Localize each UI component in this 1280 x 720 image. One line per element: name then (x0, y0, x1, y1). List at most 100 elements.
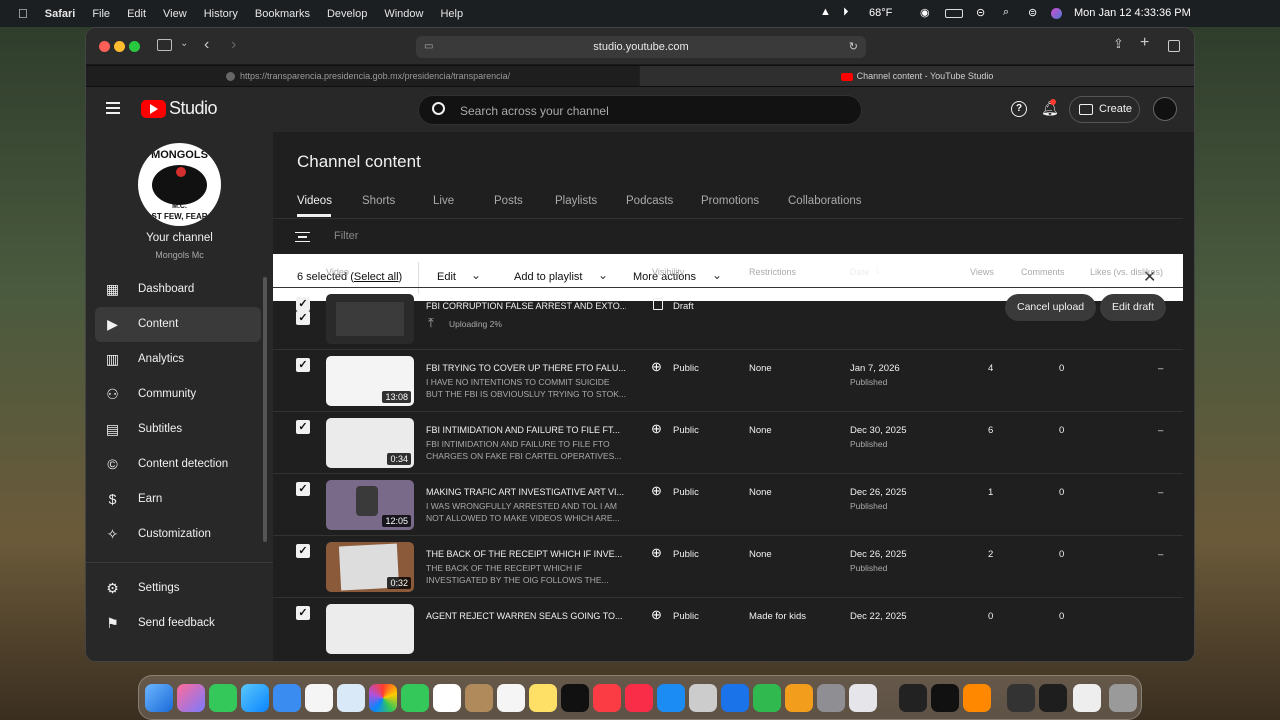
video-thumbnail[interactable]: 0:32 (326, 542, 414, 592)
notes-icon[interactable] (529, 684, 557, 712)
table-row[interactable]: ✓ 12:05 MAKING TRAFIC ART INVESTIGATIVE … (273, 474, 1183, 536)
row-checkbox[interactable]: ✓ (296, 358, 310, 372)
pages-icon[interactable] (785, 684, 813, 712)
table-row[interactable]: ✓ FBI CORRUPTION FALSE ARREST AND EXTO..… (273, 288, 1183, 350)
sidebar-item-content[interactable]: ▶ Content (95, 307, 261, 342)
visibility-value[interactable]: Public (673, 549, 699, 560)
reload-icon[interactable]: ↻ (849, 36, 858, 58)
preview-icon[interactable] (689, 684, 717, 712)
sidebar-item-subtitles[interactable]: ▤ Subtitles (95, 412, 261, 447)
recent-window-icon[interactable] (1007, 684, 1035, 712)
edit-draft-button[interactable]: Edit draft (1100, 294, 1167, 321)
edit-dropdown[interactable]: Edit (437, 271, 456, 283)
finder-icon[interactable] (145, 684, 173, 712)
video-title[interactable]: MAKING TRAFIC ART INVESTIGATIVE ART VI..… (426, 487, 626, 497)
weather-temp[interactable]: 68°F (869, 7, 892, 19)
chevron-down-icon[interactable]: ⌄ (180, 38, 188, 49)
link-icon[interactable]: ⊝ (976, 6, 985, 19)
siri-icon[interactable] (1051, 8, 1062, 19)
search-bar[interactable]: Search across your channel (418, 95, 862, 125)
visibility-value[interactable]: Draft (673, 301, 694, 312)
clock[interactable]: Mon Jan 12 4:33:36 PM (1074, 7, 1191, 19)
hamburger-menu-icon[interactable] (106, 102, 120, 114)
reminders-icon[interactable] (497, 684, 525, 712)
video-title[interactable]: FBI INTIMIDATION AND FAILURE TO FILE FT.… (426, 425, 626, 435)
col-views[interactable]: Views (970, 267, 994, 277)
tab-podcasts[interactable]: Podcasts (626, 195, 673, 207)
chevron-down-icon[interactable]: ⌄ (598, 268, 608, 282)
col-comments[interactable]: Comments (1021, 267, 1065, 277)
recent-window-icon[interactable] (1039, 684, 1067, 712)
row-checkbox[interactable]: ✓ (296, 606, 310, 620)
video-thumbnail[interactable]: 0:34 (326, 418, 414, 468)
sidebar-item-community[interactable]: ⚇ Community (95, 377, 261, 412)
video-thumbnail[interactable]: 13:08 (326, 356, 414, 406)
tab-collaborations[interactable]: Collaborations (788, 195, 862, 207)
video-title[interactable]: FBI TRYING TO COVER UP THERE FTO FALU... (426, 363, 626, 373)
video-title[interactable]: AGENT REJECT WARREN SEALS GOING TO... (426, 611, 626, 621)
cancel-upload-button[interactable]: Cancel upload (1005, 294, 1097, 321)
back-icon[interactable]: ‹ (204, 36, 209, 54)
facetime-icon[interactable] (401, 684, 429, 712)
col-date[interactable]: Date (850, 267, 870, 277)
col-likes[interactable]: Likes (vs. dislikes) (1090, 267, 1163, 277)
sort-arrow-icon[interactable]: ↓ (875, 264, 881, 276)
user-status-icon[interactable]: ◉ (920, 6, 930, 19)
tab-youtube-studio[interactable]: Channel content - YouTube Studio (640, 66, 1194, 86)
table-row[interactable]: ✓ 0:32 THE BACK OF THE RECEIPT WHICH IF … (273, 536, 1183, 598)
visibility-value[interactable]: Public (673, 487, 699, 498)
sidebar-item-earn[interactable]: $ Earn (95, 482, 261, 517)
mail-icon[interactable] (273, 684, 301, 712)
new-tab-icon[interactable]: + (1140, 34, 1149, 52)
youtube-logo-icon[interactable] (141, 100, 166, 118)
page-settings-icon[interactable]: ▭ (424, 36, 433, 58)
select-all-link[interactable]: Select all (354, 271, 399, 283)
sidebar-item-content-detection[interactable]: © Content detection (95, 447, 261, 482)
menu-window[interactable]: Window (384, 8, 423, 20)
address-bar[interactable]: ▭ studio.youtube.com ↻ (416, 36, 866, 58)
table-row[interactable]: ✓ 0:34 FBI INTIMIDATION AND FAILURE TO F… (273, 412, 1183, 474)
recent-document-icon[interactable] (1073, 684, 1101, 712)
tab-playlists[interactable]: Playlists (555, 195, 597, 207)
trash-icon[interactable] (1109, 684, 1137, 712)
freeform-icon[interactable] (305, 684, 333, 712)
capcut-icon[interactable] (931, 684, 959, 712)
account-avatar[interactable] (1153, 97, 1177, 121)
sidebar-item-analytics[interactable]: ▥ Analytics (95, 342, 261, 377)
menu-edit[interactable]: Edit (127, 8, 146, 20)
sidebar-toggle-icon[interactable] (157, 39, 172, 51)
video-thumbnail[interactable]: 12:05 (326, 480, 414, 530)
studio-logo-text[interactable]: Studio (169, 98, 218, 119)
messages-icon[interactable] (209, 684, 237, 712)
visibility-value[interactable]: Public (673, 611, 699, 622)
help-icon[interactable]: ? (1011, 101, 1027, 117)
tab-promotions[interactable]: Promotions (701, 195, 759, 207)
create-button[interactable]: Create (1069, 96, 1140, 123)
zoom-window-button[interactable] (129, 41, 140, 52)
tab-overview-icon[interactable] (1168, 40, 1180, 52)
forward-icon[interactable]: › (231, 36, 236, 54)
sidebar-item-settings[interactable]: ⚙ Settings (95, 571, 261, 606)
tab-shorts[interactable]: Shorts (362, 195, 395, 207)
tab-live[interactable]: Live (433, 195, 454, 207)
row-checkbox[interactable]: ✓ (296, 297, 310, 311)
sidebar-item-feedback[interactable]: ⚑ Send feedback (95, 606, 261, 641)
menu-app-name[interactable]: Safari (45, 8, 76, 20)
filter-input[interactable]: Filter (334, 230, 358, 242)
calendar-icon[interactable] (433, 684, 461, 712)
battery-icon[interactable] (945, 9, 963, 18)
video-title[interactable]: FBI CORRUPTION FALSE ARREST AND EXTO... (426, 301, 626, 311)
row-checkbox[interactable]: ✓ (296, 544, 310, 558)
filter-icon[interactable] (295, 232, 310, 242)
system-settings-icon[interactable] (817, 684, 845, 712)
video-thumbnail[interactable] (326, 604, 414, 654)
table-row[interactable]: ✓ AGENT REJECT WARREN SEALS GOING TO... … (273, 598, 1183, 660)
search-spotlight-icon[interactable]: ⌕ (1003, 6, 1009, 19)
control-center-icon[interactable]: ⊜ (1028, 6, 1037, 19)
tab-transparencia[interactable]: https://transparencia.presidencia.gob.mx… (86, 66, 639, 86)
visibility-value[interactable]: Public (673, 425, 699, 436)
contacts-icon[interactable] (465, 684, 493, 712)
chevron-down-icon[interactable]: ⌄ (471, 268, 481, 282)
numbers-icon[interactable] (753, 684, 781, 712)
sidebar-item-customization[interactable]: ✧ Customization (95, 517, 261, 552)
